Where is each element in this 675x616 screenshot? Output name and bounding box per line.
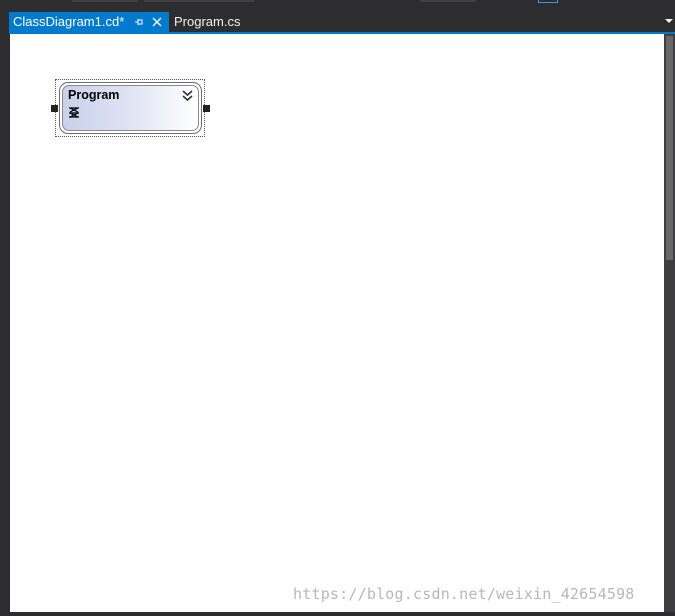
vertical-scrollbar[interactable] <box>664 34 675 612</box>
toolbar-fragment-selected <box>538 0 558 3</box>
document-tab-bar: ClassDiagram1.cd* Program.cs <box>0 12 675 34</box>
resize-handle-left[interactable] <box>51 105 58 112</box>
class-diagram-canvas[interactable]: Program https://blog.csdn.net/weixin_426… <box>10 34 664 612</box>
toolbar-fragment <box>420 0 476 2</box>
close-icon[interactable] <box>150 12 164 32</box>
tab-classdiagram1[interactable]: ClassDiagram1.cd* <box>9 12 169 32</box>
bottom-frame <box>0 612 675 616</box>
static-class-icon <box>68 103 80 118</box>
tab-label: ClassDiagram1.cd* <box>13 14 125 29</box>
tab-program-cs[interactable]: Program.cs <box>170 12 260 32</box>
scrollbar-thumb[interactable] <box>666 36 673 260</box>
chevron-double-down-icon[interactable] <box>182 87 193 102</box>
toolbar-fragment <box>72 0 138 2</box>
watermark-text: https://blog.csdn.net/weixin_42654598 <box>293 585 635 603</box>
toolbar-fragment <box>144 0 254 2</box>
top-toolbar-remnant <box>0 0 675 12</box>
chevron-down-icon[interactable] <box>664 16 674 28</box>
tab-label: Program.cs <box>174 14 241 29</box>
resize-handle-right[interactable] <box>203 105 210 112</box>
class-name: Program <box>68 88 120 102</box>
